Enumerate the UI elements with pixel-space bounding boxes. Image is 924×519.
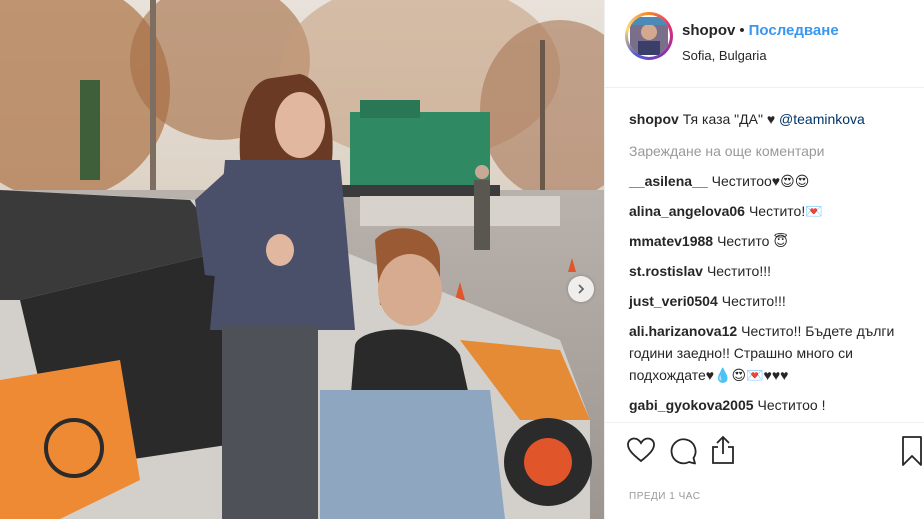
comment-text: Честитоо ! [757, 397, 826, 413]
heart-icon[interactable] [627, 437, 655, 468]
comment-text: Честитоо♥😍😍 [711, 173, 810, 189]
comment-item: just_veri0504 Честито!!! [629, 290, 901, 312]
comment-item: gabi_gyokova2005 Честитоо ! [629, 394, 901, 416]
comment-username[interactable]: gabi_gyokova2005 [629, 397, 754, 413]
post-photo[interactable] [0, 0, 604, 519]
comment-text: Честито!!! [721, 293, 786, 309]
proposal-photo [0, 0, 604, 519]
post-side-panel: shopov • Последване Sofia, Bulgaria shopov… [604, 0, 924, 519]
bookmark-icon[interactable] [901, 435, 923, 472]
post-header: shopov • Последване Sofia, Bulgaria [605, 0, 924, 88]
comment-username[interactable]: just_veri0504 [629, 293, 718, 309]
load-more-comments-button[interactable]: Зареждане на още коментари [629, 140, 901, 162]
comments-list[interactable]: shopov Тя каза "ДА" ♥ @teaminkova Зарежда… [605, 88, 924, 422]
comment-item: st.rostislav Честито!!! [629, 260, 901, 282]
comment-item: __asilena__ Честитоо♥😍😍 [629, 170, 901, 192]
comment-username[interactable]: st.rostislav [629, 263, 703, 279]
chevron-right-icon [575, 283, 587, 295]
caption-mention[interactable]: @teaminkova [779, 111, 865, 127]
comment-item: mmatev1988 Честито 😇 [629, 230, 901, 252]
username-line: shopov • Последване [682, 22, 839, 39]
comment-item: ali.harizanova12 Честито!! Бъдете дълги г… [629, 320, 901, 386]
post-username[interactable]: shopov [682, 22, 735, 39]
post-timestamp[interactable]: ПРЕДИ 1 ЧАС [629, 491, 700, 502]
comment-text: Честито!!! [706, 263, 771, 279]
comment-username[interactable]: __asilena__ [629, 173, 708, 189]
avatar-image [630, 17, 668, 55]
comment-username[interactable]: ali.harizanova12 [629, 323, 737, 339]
comment-text: Честито 😇 [717, 233, 788, 249]
post-actions: ПРЕДИ 1 ЧАС [605, 422, 924, 519]
caption: shopov Тя каза "ДА" ♥ @teaminkova [629, 108, 901, 130]
caption-text: Тя каза "ДА" ♥ [682, 111, 776, 127]
comment-item: alina_angelova06 Честито!💌 [629, 200, 901, 222]
follow-button[interactable]: Последване [749, 22, 839, 39]
caption-username[interactable]: shopov [629, 111, 679, 127]
comment-icon[interactable] [669, 437, 697, 470]
separator-dot: • [739, 22, 745, 39]
next-photo-button[interactable] [568, 276, 594, 302]
avatar[interactable] [625, 12, 673, 60]
comment-text: Честито!💌 [748, 203, 823, 219]
comment-username[interactable]: alina_angelova06 [629, 203, 745, 219]
share-icon[interactable] [711, 435, 735, 470]
comment-username[interactable]: mmatev1988 [629, 233, 713, 249]
post-location[interactable]: Sofia, Bulgaria [682, 48, 767, 63]
